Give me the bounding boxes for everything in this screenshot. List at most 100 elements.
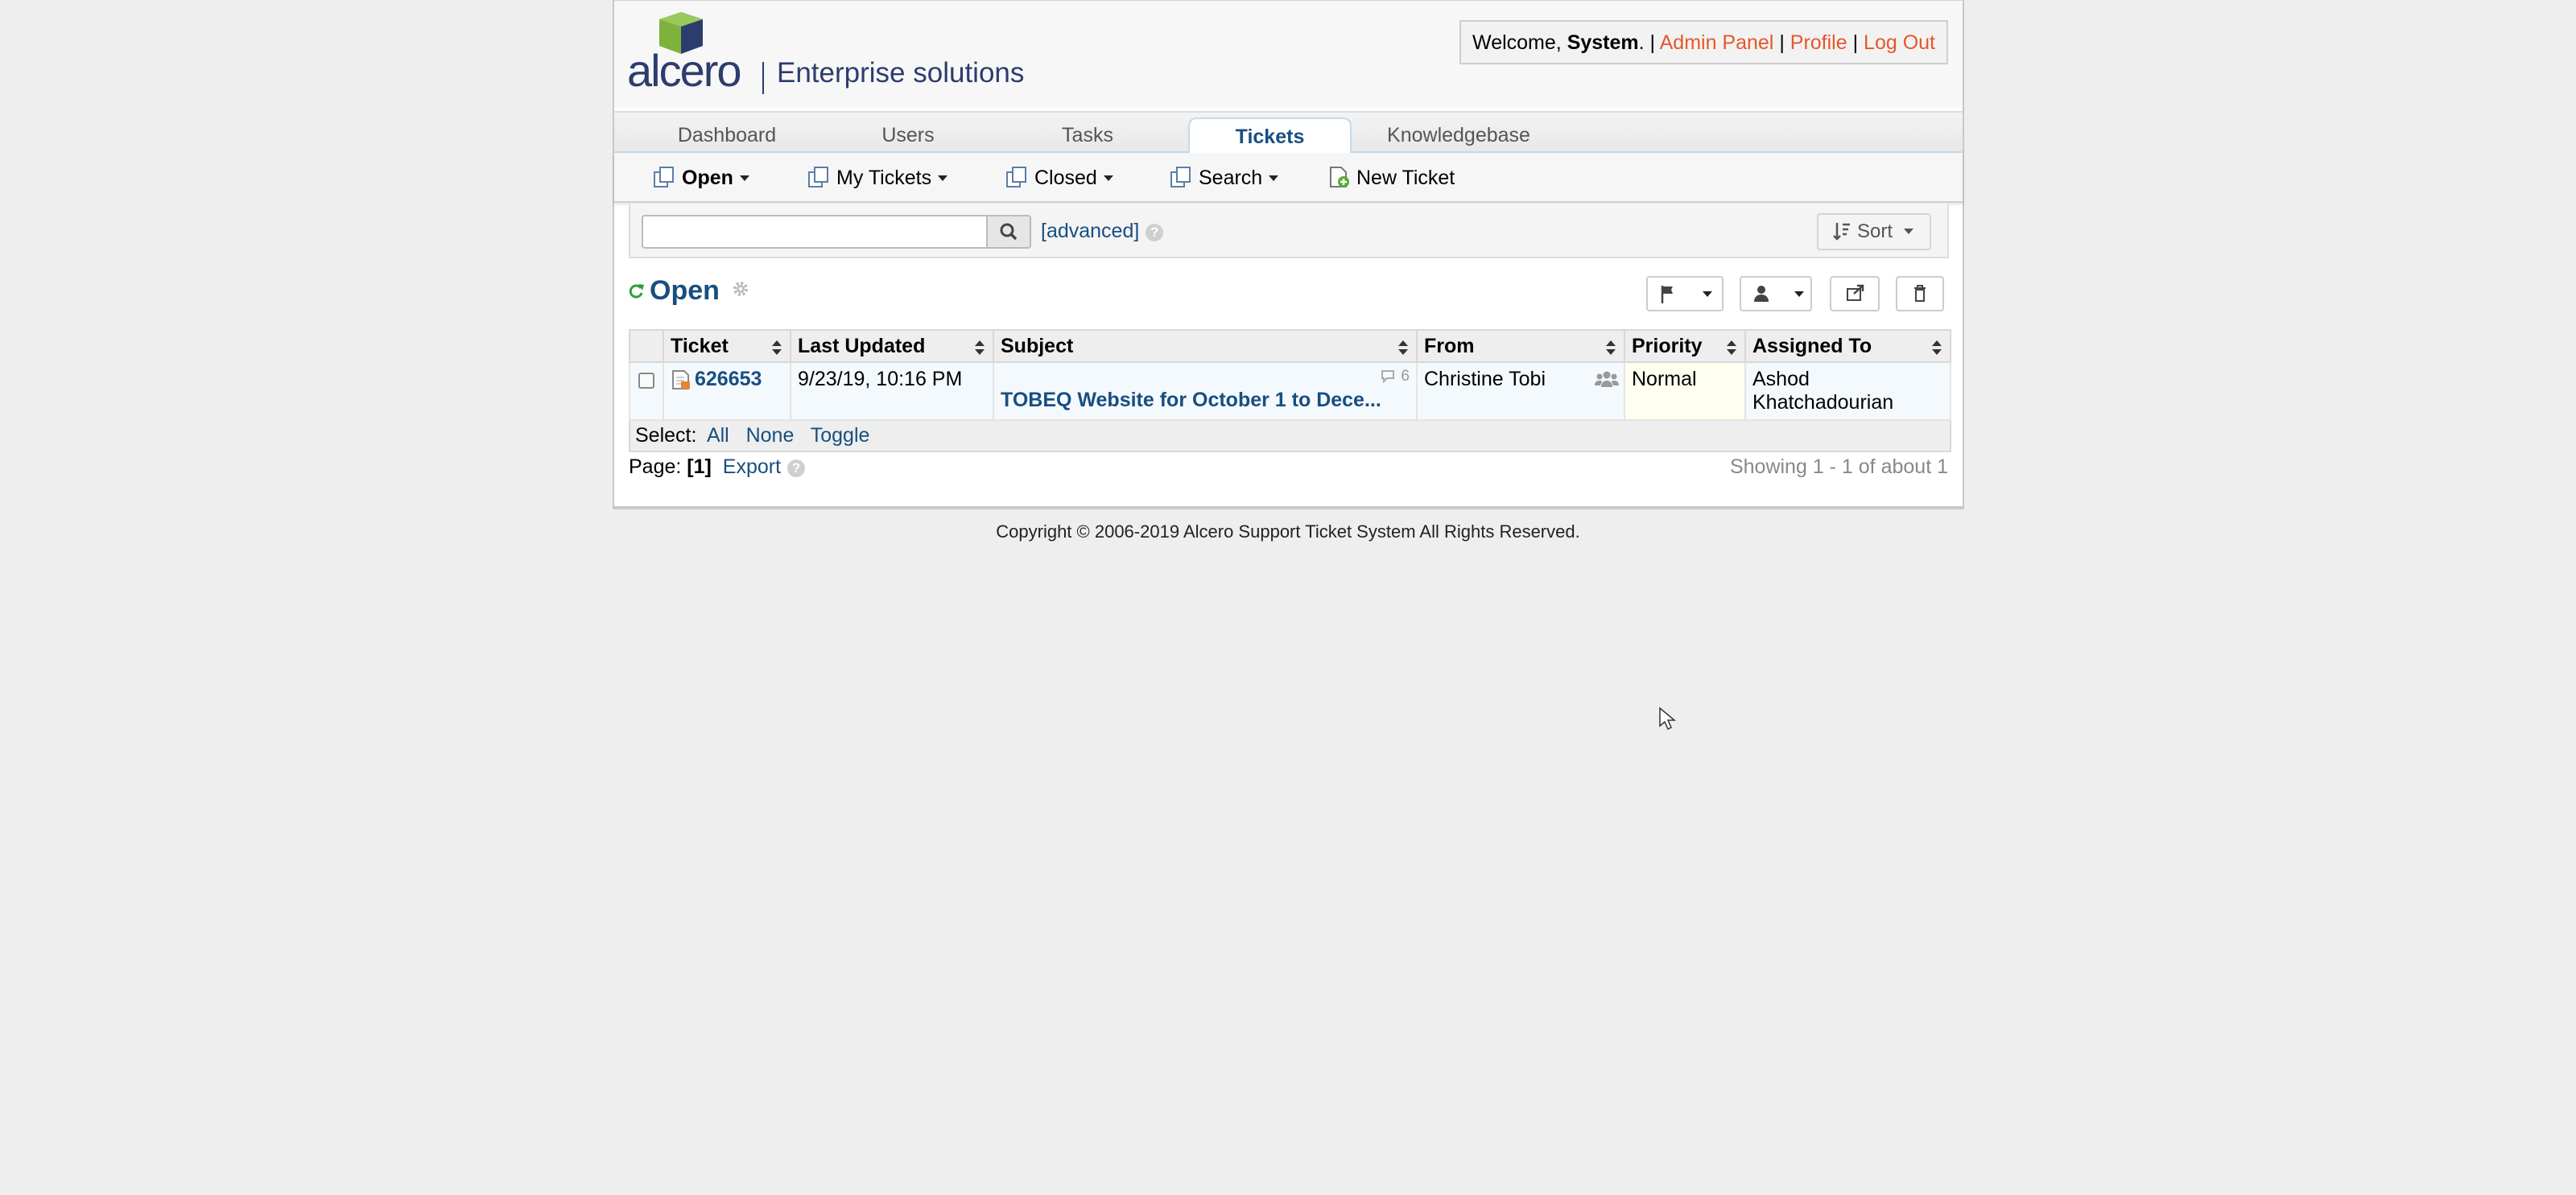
thread-count-value: 6	[1401, 368, 1410, 385]
results-count: Showing 1 - 1 of about 1	[1729, 455, 1948, 478]
delete-button[interactable]	[1896, 276, 1944, 311]
share-icon	[1847, 284, 1864, 301]
new-ticket-label: New Ticket	[1356, 167, 1455, 189]
tab-tasks[interactable]: Tasks	[1007, 117, 1168, 155]
ticket-number-link[interactable]: 626653	[695, 368, 762, 390]
select-row: Select: All None Toggle	[629, 419, 1951, 452]
assign-dropdown-button[interactable]	[1740, 276, 1812, 311]
table-header-row: Ticket Last Updated Subject From Priorit…	[629, 329, 1951, 363]
queue-icon	[654, 167, 674, 187]
share-button[interactable]	[1830, 276, 1880, 311]
last-updated-cell: 9/23/19, 10:16 PM	[790, 361, 994, 421]
sort-icon	[1833, 223, 1850, 241]
header: alcero Enterprise solutions Welcome, Sys…	[614, 1, 1963, 108]
column-header-from[interactable]: From	[1416, 329, 1625, 363]
queue-title-label: Open	[650, 275, 720, 306]
ticket-subject-link[interactable]: TOBEQ Website for October 1 to Dece...	[1001, 389, 1381, 411]
queue-title: Open	[627, 273, 749, 308]
my-tickets-menu[interactable]: My Tickets	[807, 164, 948, 192]
search-bar: [advanced]? Sort	[629, 204, 1949, 258]
my-tickets-label: My Tickets	[836, 167, 932, 189]
sort-button[interactable]: Sort	[1817, 213, 1931, 250]
tab-users[interactable]: Users	[828, 117, 989, 155]
logout-link[interactable]: Log Out	[1864, 31, 1935, 54]
tab-knowledgebase[interactable]: Knowledgebase	[1366, 117, 1551, 155]
from-cell: Christine Tobi	[1416, 361, 1625, 421]
select-label: Select:	[635, 424, 697, 447]
search-menu[interactable]: Search	[1170, 164, 1279, 192]
column-header-label: Priority	[1632, 334, 1703, 357]
chevron-down-icon	[1269, 175, 1279, 181]
queue-icon	[1170, 167, 1191, 187]
flag-dropdown-button[interactable]	[1646, 276, 1724, 311]
welcome-suffix: . |	[1638, 31, 1656, 54]
current-page: [1]	[687, 455, 712, 478]
welcome-separator: |	[1852, 31, 1859, 54]
logo[interactable]: alcero Enterprise solutions	[627, 12, 1046, 101]
sort-arrows-icon	[772, 340, 782, 355]
comments-icon	[1381, 370, 1395, 384]
ticket-number-cell: 626653	[663, 361, 791, 421]
collaborators-icon	[1595, 371, 1619, 387]
main-nav: Dashboard Users Tasks Tickets Knowledgeb…	[614, 111, 1963, 156]
gear-icon[interactable]	[732, 280, 749, 298]
open-queue-menu[interactable]: Open	[653, 164, 749, 192]
open-queue-label: Open	[682, 167, 733, 189]
column-header-ticket[interactable]: Ticket	[663, 329, 791, 363]
table-row[interactable]: 626653 9/23/19, 10:16 PM 6 TOBEQ Website…	[629, 361, 1951, 421]
export-link[interactable]: Export	[723, 455, 781, 478]
new-ticket-link[interactable]: New Ticket	[1327, 164, 1455, 192]
chevron-down-icon	[1904, 229, 1914, 234]
select-none-link[interactable]: None	[746, 424, 795, 447]
page-label: Page:	[629, 455, 682, 478]
search-icon	[1000, 223, 1017, 240]
ticket-file-icon	[672, 370, 690, 389]
logo-brand: alcero	[627, 45, 742, 96]
refresh-icon[interactable]	[627, 282, 645, 300]
select-column-header	[629, 329, 664, 363]
assigned-to-cell: Ashod Khatchadourian	[1744, 361, 1951, 421]
column-header-subject[interactable]: Subject	[993, 329, 1418, 363]
closed-queue-label: Closed	[1034, 167, 1097, 189]
tab-tickets[interactable]: Tickets	[1188, 117, 1352, 156]
chevron-down-icon	[739, 175, 749, 181]
sort-arrows-icon	[975, 340, 985, 355]
queue-icon	[1006, 167, 1026, 187]
chevron-down-icon	[1103, 175, 1113, 181]
profile-link[interactable]: Profile	[1790, 31, 1847, 54]
closed-queue-menu[interactable]: Closed	[1005, 164, 1113, 192]
column-header-priority[interactable]: Priority	[1624, 329, 1746, 363]
help-icon[interactable]: ?	[1146, 224, 1164, 241]
subject-cell: 6 TOBEQ Website for October 1 to Dece...	[993, 361, 1418, 421]
column-header-label: Ticket	[671, 334, 729, 357]
select-toggle-link[interactable]: Toggle	[811, 424, 870, 447]
search-menu-label: Search	[1199, 167, 1263, 189]
chevron-down-icon	[1703, 291, 1712, 297]
welcome-prefix: Welcome,	[1472, 31, 1567, 54]
help-icon[interactable]: ?	[787, 459, 806, 477]
select-controls: Select: All None Toggle	[629, 419, 1951, 452]
search-input[interactable]	[642, 215, 988, 249]
user-icon	[1754, 286, 1769, 302]
main-container: alcero Enterprise solutions Welcome, Sys…	[613, 0, 1964, 509]
welcome-user-name: System	[1567, 31, 1639, 54]
column-header-label: Subject	[1001, 334, 1074, 357]
thread-count: 6	[1001, 368, 1410, 389]
assignee-first-name: Ashod	[1752, 368, 1810, 390]
select-all-link[interactable]: All	[707, 424, 729, 447]
column-header-label: From	[1424, 334, 1475, 357]
column-header-last-updated[interactable]: Last Updated	[790, 329, 994, 363]
trash-icon	[1914, 285, 1926, 302]
logo-separator	[762, 62, 764, 94]
tickets-table: Ticket Last Updated Subject From Priorit…	[629, 329, 1951, 452]
admin-panel-link[interactable]: Admin Panel	[1660, 31, 1774, 54]
mouse-cursor-icon	[1659, 707, 1676, 731]
row-checkbox[interactable]	[638, 373, 654, 389]
tab-dashboard[interactable]: Dashboard	[646, 117, 807, 155]
search-button[interactable]	[986, 215, 1031, 249]
advanced-search-link[interactable]: [advanced]	[1041, 220, 1139, 242]
chevron-down-icon	[1794, 291, 1804, 297]
column-header-assigned-to[interactable]: Assigned To	[1744, 329, 1951, 363]
new-ticket-icon	[1330, 167, 1349, 187]
priority-cell: Normal	[1624, 361, 1746, 421]
